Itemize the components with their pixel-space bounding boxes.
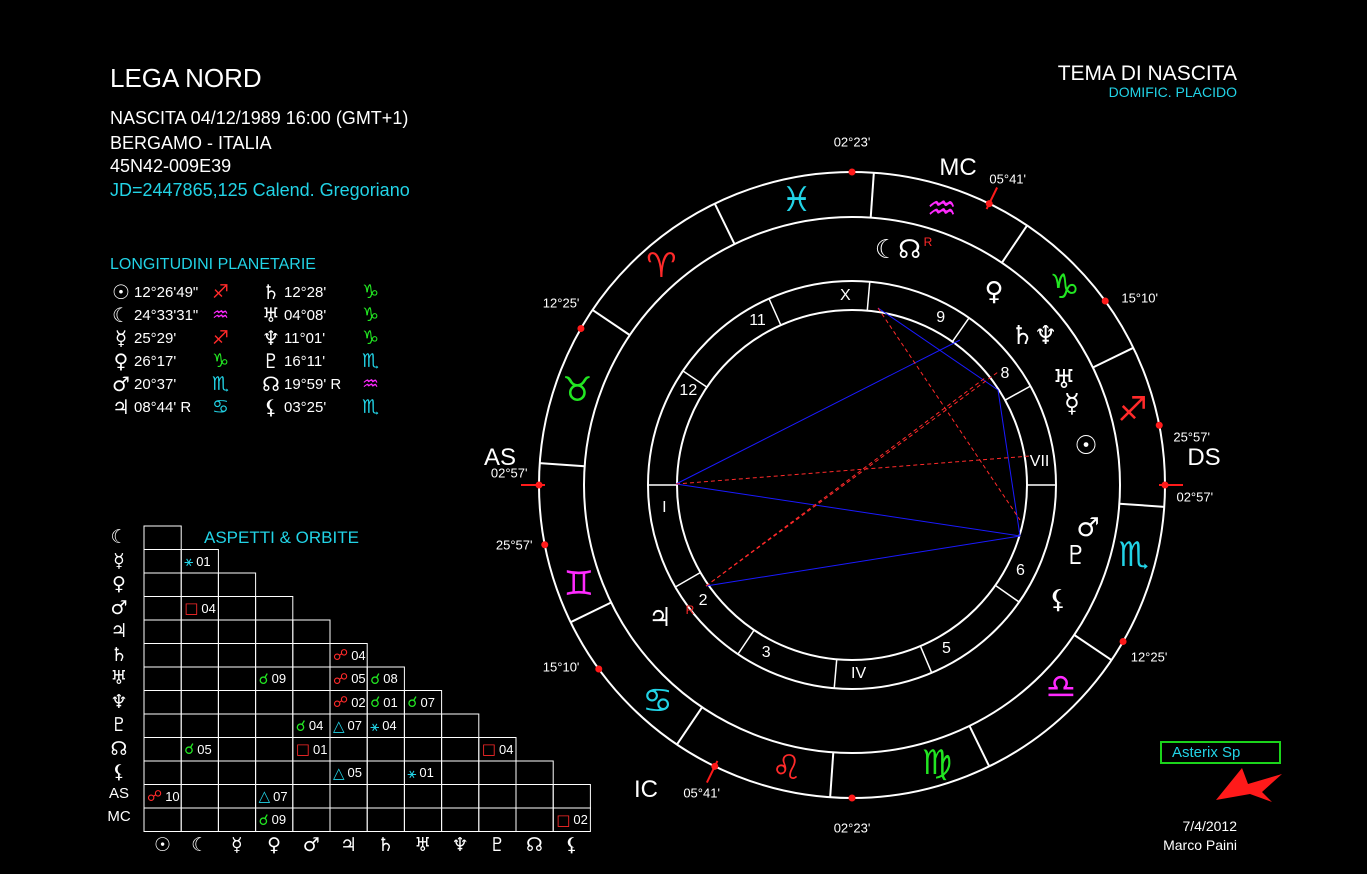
cusp-degree-label: 02°23' bbox=[833, 134, 871, 150]
planet-icon: ♇ bbox=[1064, 541, 1088, 571]
house-number: 12 bbox=[679, 381, 698, 399]
sign-divider bbox=[829, 752, 835, 798]
sign-divider bbox=[539, 462, 585, 468]
zodiac-sign-icon: ♒ bbox=[926, 188, 958, 229]
house-number: I bbox=[662, 499, 667, 517]
cusp-marker bbox=[1155, 421, 1163, 429]
author: Marco Paini bbox=[1163, 837, 1237, 853]
aspect-line bbox=[705, 535, 1021, 587]
house-number: 9 bbox=[936, 309, 946, 327]
cusp-degree-label: 05°41' bbox=[989, 171, 1027, 187]
zodiac-sign-icon: ♏ bbox=[1118, 535, 1150, 576]
house-cusp bbox=[833, 659, 838, 689]
house-cusp bbox=[1004, 385, 1031, 401]
cusp-marker bbox=[541, 541, 549, 549]
sign-divider bbox=[713, 203, 736, 245]
aspect-line bbox=[675, 455, 1031, 485]
house-number: IV bbox=[851, 664, 867, 682]
aspect-line bbox=[705, 371, 999, 587]
zodiac-sign-icon: ♊ bbox=[563, 564, 595, 605]
wheel-ring bbox=[647, 280, 1057, 690]
cusp-degree-label: 25°57' bbox=[1173, 429, 1210, 445]
planet-icon: ☾☊ bbox=[874, 235, 922, 265]
sign-divider bbox=[968, 725, 991, 767]
planet-icon: ☿ bbox=[1064, 389, 1080, 419]
zodiac-sign-icon: ♍ bbox=[921, 742, 953, 783]
cusp-marker bbox=[1101, 297, 1109, 305]
imum-coeli-label: IC bbox=[634, 776, 658, 803]
house-number: X bbox=[840, 287, 851, 305]
zodiac-sign-icon: ♓ bbox=[781, 179, 812, 220]
cusp-marker bbox=[577, 325, 585, 332]
cusp-degree-label: 12°25' bbox=[1130, 649, 1168, 664]
midheaven-label: MC bbox=[939, 154, 977, 181]
cusp-degree-label: 02°23' bbox=[833, 820, 871, 836]
cusp-degree-label: 05°41' bbox=[683, 785, 720, 801]
planet-icon: ⚸ bbox=[1048, 585, 1068, 615]
house-cusp bbox=[737, 629, 755, 655]
sign-divider bbox=[591, 309, 631, 336]
aspect-line bbox=[705, 377, 986, 587]
descendant-label: DS bbox=[1187, 444, 1221, 471]
house-number: VII bbox=[1029, 452, 1050, 470]
planet-icon: ♄♆ bbox=[1010, 321, 1058, 351]
print-date: 7/4/2012 bbox=[1182, 818, 1238, 834]
zodiac-sign-icon: ♉ bbox=[562, 370, 593, 411]
house-cusp bbox=[919, 645, 933, 674]
ascendant-label: AS bbox=[483, 444, 517, 471]
house-number: 6 bbox=[1015, 561, 1025, 579]
aspect-line bbox=[675, 339, 961, 485]
house-cusp bbox=[674, 571, 701, 588]
sign-divider bbox=[1001, 224, 1028, 264]
retrograde-marker: R bbox=[685, 603, 695, 617]
sign-divider bbox=[570, 601, 612, 624]
zodiac-sign-icon: ♐ bbox=[1117, 389, 1148, 430]
sign-divider bbox=[676, 706, 703, 746]
sign-divider bbox=[1092, 346, 1134, 369]
planet-icon: ♂ bbox=[1076, 513, 1100, 543]
cusp-degree-label: 15°10' bbox=[542, 659, 580, 675]
sign-divider bbox=[1073, 634, 1113, 661]
house-cusp bbox=[994, 584, 1020, 603]
cusp-marker bbox=[1119, 638, 1127, 645]
cusp-marker bbox=[848, 168, 856, 176]
house-number: 8 bbox=[1000, 364, 1010, 382]
house-number: 3 bbox=[761, 644, 771, 662]
zodiac-sign-icon: ♈ bbox=[646, 245, 677, 286]
asterix-badge: Asterix Sp bbox=[1160, 741, 1281, 764]
retrograde-marker: R bbox=[923, 235, 933, 249]
cusp-marker bbox=[848, 794, 856, 802]
planet-icon: ☉ bbox=[1074, 431, 1098, 461]
cusp-degree-label: 12°25' bbox=[542, 295, 580, 311]
house-cusp bbox=[866, 281, 871, 311]
house-cusp bbox=[768, 298, 782, 326]
sign-divider bbox=[869, 172, 875, 218]
house-cusp bbox=[951, 317, 970, 343]
zodiac-sign-icon: ♑ bbox=[1049, 266, 1080, 307]
planet-icon: ♃ bbox=[648, 603, 672, 633]
star-logo-icon bbox=[1216, 768, 1282, 802]
zodiac-sign-icon: ♌ bbox=[771, 748, 802, 789]
cusp-marker bbox=[595, 665, 603, 673]
aspect-line bbox=[997, 389, 1021, 537]
cusp-degree-label: 15°10' bbox=[1121, 290, 1158, 306]
wheel-ring bbox=[676, 309, 1028, 661]
cusp-degree-label: 02°57' bbox=[1176, 489, 1214, 505]
zodiac-sign-icon: ♋ bbox=[642, 680, 673, 721]
planet-icon: ♀ bbox=[984, 277, 1004, 307]
house-number: 11 bbox=[749, 312, 766, 330]
zodiac-sign-icon: ♎ bbox=[1045, 666, 1077, 707]
house-number: 5 bbox=[942, 639, 951, 657]
house-number: 2 bbox=[698, 592, 708, 610]
aspect-line bbox=[675, 483, 1021, 537]
cusp-degree-label: 25°57' bbox=[495, 537, 533, 553]
sign-divider bbox=[1119, 502, 1165, 508]
